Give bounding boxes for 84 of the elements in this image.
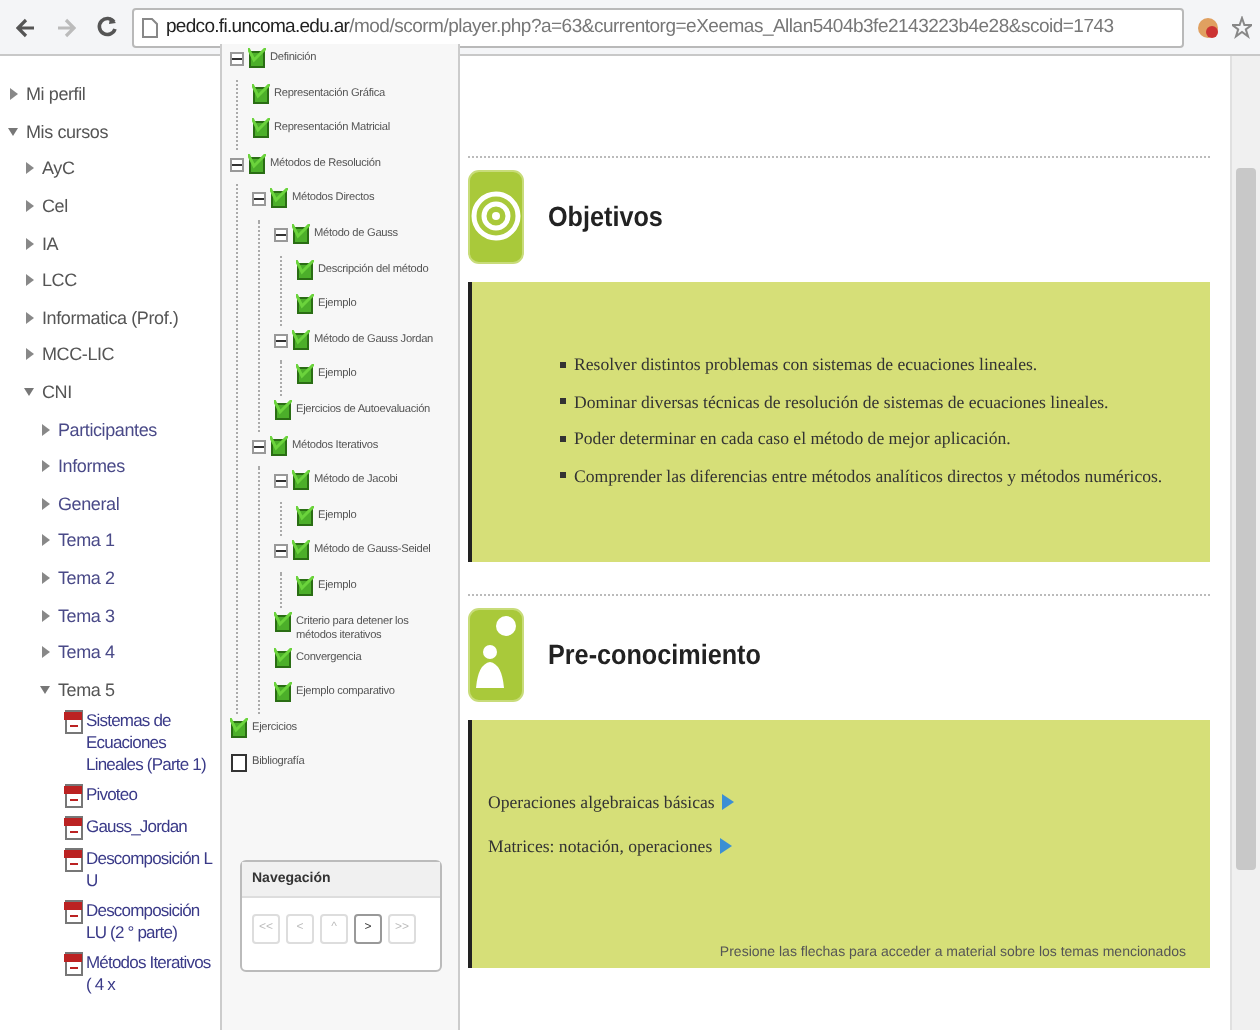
objective-text: Poder determinar en cada caso el método de mejor aplicación. [574,428,1011,448]
address-field[interactable]: pedco.fi.uncoma.edu.ar/mod/scorm/player.php?a=63&currentorg=eXeemas_Allan5404b3fe2143223b4e28&scoid=1743 [132,7,1184,47]
topic-link[interactable]: Operaciones algebraicas básicas [488,792,715,812]
nav-item[interactable]: LCC [42,270,77,291]
minus-icon [254,441,264,452]
collapsed-arrow-icon[interactable] [24,200,34,213]
collapsed-arrow-icon[interactable] [24,162,34,175]
nav-item[interactable]: Tema 3 [58,605,115,626]
nav-item[interactable]: IA [42,233,59,254]
nav-item[interactable]: Tema 1 [58,530,115,551]
nav-item[interactable]: General [58,493,120,514]
topic-link[interactable]: Matrices: notación, operaciones [488,836,713,856]
minus-icon [232,159,242,170]
resource-link[interactable]: Sistemas de Ecuaciones Lineales (Parte 1) [86,710,218,777]
bullet-icon [560,435,566,441]
pdf-file-icon [64,784,84,809]
nav-item[interactable]: Tema 4 [58,642,115,663]
pdf-file-icon [64,710,84,735]
collapsed-arrow-icon[interactable] [24,274,34,287]
resource-link[interactable]: Gauss_Jordan [86,816,218,839]
collapsed-arrow-icon[interactable] [40,646,50,659]
nav-item[interactable]: CNI [42,382,72,403]
arrow-icon[interactable] [720,838,733,854]
nav-item[interactable]: Cel [42,196,68,217]
nav-item[interactable]: AyC [42,158,75,179]
minus-icon [232,54,242,64]
resource-link[interactable]: Pivoteo [86,784,218,807]
collapsed-arrow-icon[interactable] [40,423,50,436]
collapsed-arrow-icon[interactable] [8,88,18,101]
collapse-toggle[interactable] [274,474,288,489]
objective-text: Comprender las diferencias entre métodos analíticos directos y métodos numéricos. [574,465,1163,485]
minus-icon [276,476,286,487]
nav-item[interactable]: Participantes [58,419,157,440]
resource-link[interactable]: Descomposición LU (2 ° parte) [86,900,218,945]
minus-icon [276,229,286,240]
arrow-icon[interactable] [722,794,735,810]
nav-item[interactable]: Tema 5 [58,679,115,700]
collapsed-arrow-icon[interactable] [40,460,50,473]
collapsed-arrow-icon[interactable] [40,534,50,547]
resource-link[interactable]: Métodos Iterativos ( 4 x [86,952,218,997]
expanded-arrow-icon[interactable] [8,125,18,138]
objective-text: Dominar diversas técnicas de resolución de sistemas de ecuaciones lineales. [574,391,1109,411]
pdf-file-icon [64,900,84,925]
minus-icon [276,335,286,346]
section-title: Pre-conocimiento [548,638,761,670]
nav-item[interactable]: Mi perfil [26,84,86,105]
nav-item[interactable]: MCC-LIC [42,344,115,365]
target-icon [468,169,524,263]
collapse-toggle[interactable] [230,52,244,66]
bullet-icon [560,398,566,404]
collapsed-arrow-icon[interactable] [24,348,34,361]
minus-icon [276,546,286,557]
collapsed-arrow-icon[interactable] [40,572,50,585]
collapse-toggle[interactable] [274,227,288,242]
pdf-file-icon [64,952,84,977]
nav-item[interactable]: Informes [58,456,125,477]
bullet-icon [560,472,566,478]
collapse-toggle[interactable] [274,333,288,348]
collapse-toggle[interactable] [252,192,266,207]
scrollbar-thumb[interactable] [1236,168,1256,870]
extension-icon[interactable] [1196,15,1220,39]
page-icon [142,17,158,37]
star-icon[interactable] [1232,15,1252,39]
collapsed-arrow-icon[interactable] [24,311,34,324]
section-title: Objetivos [548,200,663,232]
collapse-toggle[interactable] [230,157,244,172]
nav-item[interactable]: Informatica (Prof.) [42,307,179,328]
pdf-file-icon [64,816,84,841]
person-thinking-icon [468,607,524,701]
minus-icon [254,194,264,205]
collapse-toggle[interactable] [252,439,266,454]
objective-text: Resolver distintos problemas con sistemas de ecuaciones lineales. [574,354,1038,374]
collapsed-arrow-icon[interactable] [40,497,50,510]
expanded-arrow-icon[interactable] [40,683,50,696]
expanded-arrow-icon[interactable] [24,386,34,399]
collapsed-arrow-icon[interactable] [40,609,50,622]
collapsed-arrow-icon[interactable] [24,237,34,250]
scrollbar[interactable] [1230,56,1260,1030]
nav-item[interactable]: Mis cursos [26,121,109,142]
nav-item[interactable]: Tema 2 [58,568,115,589]
resource-link[interactable]: Descomposición L U [86,848,218,893]
collapse-toggle[interactable] [274,544,288,559]
bullet-icon [560,361,566,367]
pdf-file-icon [64,848,84,873]
